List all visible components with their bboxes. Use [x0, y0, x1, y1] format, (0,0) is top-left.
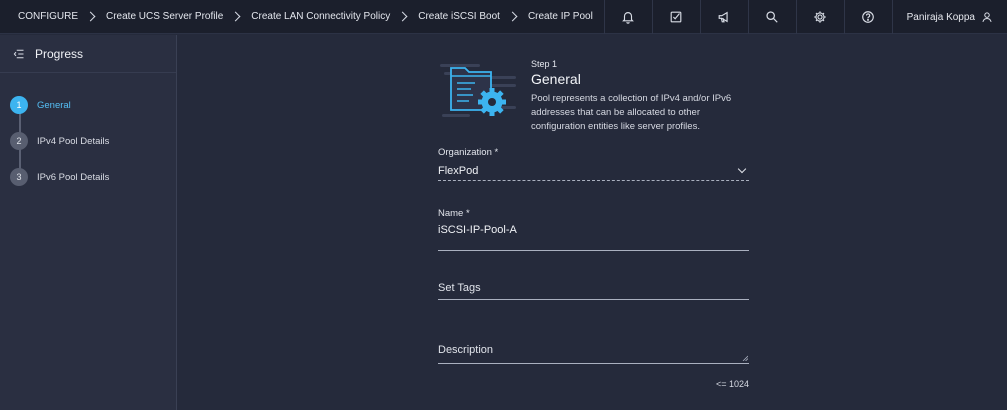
step-kicker: Step 1 [531, 59, 558, 69]
tags-input-wrap [438, 282, 749, 300]
step-number: 3 [10, 168, 28, 186]
chevron-right-icon [230, 11, 241, 22]
name-input-wrap [438, 219, 749, 251]
user-icon [982, 12, 992, 23]
tags-field [438, 282, 749, 300]
bell-icon [622, 12, 634, 24]
breadcrumb: CONFIGURE Create UCS Server Profile Crea… [0, 0, 593, 34]
progress-title: Progress [35, 46, 84, 61]
progress-sidebar: Progress 1 General 2 IPv4 Pool Details 3… [0, 35, 177, 410]
organization-select[interactable]: FlexPod [438, 158, 749, 181]
chevron-down-icon [737, 164, 747, 174]
collapse-menu-icon[interactable] [13, 48, 25, 60]
tags-input[interactable] [438, 282, 749, 294]
organization-label: Organization * [438, 147, 499, 158]
help-icon [862, 11, 874, 23]
wizard-steps: 1 General 2 IPv4 Pool Details 3 IPv6 Poo… [0, 73, 176, 195]
top-bar: CONFIGURE Create UCS Server Profile Crea… [0, 0, 1007, 34]
breadcrumb-create-iscsi-boot[interactable]: Create iSCSI Boot [418, 11, 500, 22]
folder-settings-icon [440, 64, 516, 117]
notifications-button[interactable] [603, 0, 652, 34]
chevron-right-icon [507, 11, 518, 22]
breadcrumb-create-lan-connectivity-policy[interactable]: Create LAN Connectivity Policy [251, 11, 390, 22]
main-content: Step 1 General Pool represents a collect… [178, 35, 1007, 410]
settings-button[interactable] [795, 0, 844, 34]
step-label: IPv4 Pool Details [37, 135, 110, 147]
description-textarea[interactable] [438, 344, 749, 363]
help-button[interactable] [843, 0, 892, 34]
user-name: Paniraja Koppa [906, 11, 975, 23]
chevron-right-icon [85, 11, 96, 22]
name-input[interactable] [438, 224, 749, 236]
step-ipv4-pool-details[interactable]: 2 IPv4 Pool Details [0, 123, 176, 159]
step-description: Pool represents a collection of IPv4 and… [531, 93, 732, 132]
step-ipv6-pool-details[interactable]: 3 IPv6 Pool Details [0, 159, 176, 195]
name-label: Name * [438, 208, 470, 219]
search-icon [766, 11, 778, 23]
name-field: Name * [438, 208, 749, 251]
step-label: IPv6 Pool Details [37, 171, 110, 183]
step-label: General [37, 99, 71, 111]
breadcrumb-configure[interactable]: CONFIGURE [18, 11, 78, 22]
search-button[interactable] [747, 0, 796, 34]
description-field: <= 1024 [438, 344, 749, 389]
step-number: 2 [10, 132, 28, 150]
description-input-wrap [438, 344, 749, 364]
task-check-icon [670, 11, 682, 23]
character-counter: <= 1024 [715, 379, 749, 389]
chevron-right-icon [397, 11, 408, 22]
toolbar: Paniraja Koppa [603, 0, 1007, 34]
resize-grip-icon[interactable] [742, 355, 748, 361]
page-title: General [531, 71, 581, 87]
breadcrumb-create-ucs-server-profile[interactable]: Create UCS Server Profile [106, 11, 223, 22]
step-general[interactable]: 1 General [0, 87, 176, 123]
tasks-button[interactable] [651, 0, 700, 34]
announcements-button[interactable] [699, 0, 748, 34]
gear-icon [814, 11, 826, 23]
megaphone-icon [718, 11, 728, 23]
organization-field: Organization * FlexPod [438, 147, 749, 181]
step-number: 1 [10, 96, 28, 114]
breadcrumb-current: Create IP Pool [527, 11, 593, 22]
progress-header: Progress [0, 35, 176, 73]
user-menu[interactable]: Paniraja Koppa [891, 0, 1007, 34]
organization-value: FlexPod [438, 165, 479, 177]
